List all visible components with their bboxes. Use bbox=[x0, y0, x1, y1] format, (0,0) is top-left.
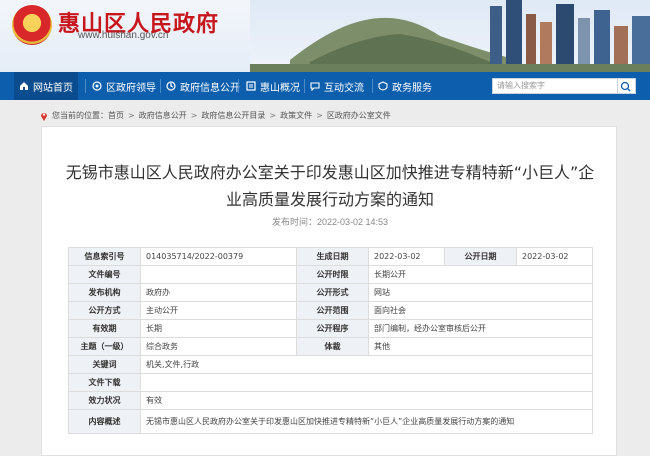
nav-divider bbox=[85, 79, 86, 93]
doc-no-value bbox=[140, 265, 297, 284]
search-input[interactable]: 请输入搜索字 bbox=[492, 78, 618, 94]
table-row: 主题（一级） 综合政务 体裁 其他 bbox=[68, 337, 593, 356]
emblem-star-icon: ★ bbox=[27, 13, 36, 24]
index-label: 信息索引号 bbox=[68, 247, 141, 266]
pub-form-label: 公开形式 bbox=[296, 283, 369, 302]
doc-no-label: 文件编号 bbox=[68, 265, 141, 284]
issuer-label: 发布机构 bbox=[68, 283, 141, 302]
nav-divider bbox=[160, 79, 161, 93]
nav-label: 惠山概况 bbox=[260, 82, 300, 94]
nav-label: 政务服务 bbox=[392, 82, 432, 94]
breadcrumb-separator: > bbox=[316, 111, 323, 120]
summary-value: 无锡市惠山区人民政府办公室关于印发惠山区加快推进专精特新“小巨人”企业高质量发展… bbox=[140, 409, 593, 434]
gen-date-label: 生成日期 bbox=[296, 247, 369, 266]
nav-label: 区政府领导 bbox=[106, 82, 156, 94]
summary-label: 内容概述 bbox=[68, 409, 141, 434]
location-pin-icon bbox=[41, 112, 47, 121]
pub-scope-label: 公开范围 bbox=[296, 301, 369, 320]
nav-item-home[interactable]: 网站首页 bbox=[14, 72, 78, 100]
pub-form-value: 网站 bbox=[368, 283, 593, 302]
nav-label: 政府信息公开 bbox=[180, 82, 240, 94]
status-label: 效力状况 bbox=[68, 391, 141, 410]
pub-method-value: 主动公开 bbox=[140, 301, 297, 320]
nav-item-interaction[interactable]: 互动交流 bbox=[310, 72, 364, 100]
pub-method-label: 公开方式 bbox=[68, 301, 141, 320]
pub-period-value: 长期公开 bbox=[368, 265, 593, 284]
home-icon bbox=[20, 82, 28, 90]
nav-divider bbox=[304, 79, 305, 93]
table-row: 发布机构 政府办 公开形式 网站 bbox=[68, 283, 593, 302]
table-row: 公开方式 主动公开 公开范围 面向社会 bbox=[68, 301, 593, 320]
breadcrumb-link-info[interactable]: 政府信息公开 bbox=[139, 110, 187, 121]
breadcrumb-separator: > bbox=[269, 111, 277, 120]
table-row: 关键词 机关,文件,行政 bbox=[68, 355, 593, 374]
nav-item-services[interactable]: 政务服务 bbox=[378, 72, 432, 100]
nav-divider bbox=[372, 79, 373, 93]
table-row: 文件编号 公开时限 长期公开 bbox=[68, 265, 593, 284]
pub-scope-value: 面向社会 bbox=[368, 301, 593, 320]
publish-time-label: 发布时间： bbox=[271, 217, 317, 227]
breadcrumb-link-catalog[interactable]: 政府信息公开目录 bbox=[201, 110, 265, 121]
table-row: 有效期 长期 公开程序 部门编制，经办公室审核后公开 bbox=[68, 319, 593, 338]
gen-date-value: 2022-03-02 bbox=[368, 247, 445, 266]
document-card: 无锡市惠山区人民政府办公室关于印发惠山区加快推进专精特新“小巨人”企业高质量发展… bbox=[41, 126, 617, 456]
breadcrumb-link-home[interactable]: 首页 bbox=[108, 110, 124, 121]
breadcrumb-link-office-docs[interactable]: 区政府办公室文件 bbox=[327, 110, 391, 121]
national-emblem-icon bbox=[12, 5, 52, 45]
pub-proc-value: 部门编制，经办公室审核后公开 bbox=[368, 319, 593, 338]
validity-label: 有效期 bbox=[68, 319, 141, 338]
nav-label: 网站首页 bbox=[33, 82, 73, 94]
overview-icon bbox=[246, 81, 256, 91]
download-value[interactable] bbox=[140, 373, 593, 392]
table-row: 内容概述 无锡市惠山区人民政府办公室关于印发惠山区加快推进专精特新“小巨人”企业… bbox=[68, 409, 593, 434]
document-info-table: 信息索引号 014035714/2022-00379 生成日期 2022-03-… bbox=[68, 247, 593, 434]
nav-item-overview[interactable]: 惠山概况 bbox=[246, 72, 300, 100]
index-value: 014035714/2022-00379 bbox=[140, 247, 297, 266]
breadcrumb: 您当前的位置： 首页 > 政府信息公开 > 政府信息公开目录 > 政策文件 > … bbox=[40, 110, 391, 121]
breadcrumb-link-policy[interactable]: 政策文件 bbox=[280, 110, 312, 121]
nav-item-leaders[interactable]: 区政府领导 bbox=[92, 72, 156, 100]
keywords-label: 关键词 bbox=[68, 355, 141, 374]
leader-icon bbox=[92, 81, 102, 91]
pub-proc-label: 公开程序 bbox=[296, 319, 369, 338]
search-icon bbox=[620, 81, 631, 92]
nav-divider bbox=[238, 79, 239, 93]
genre-label: 体裁 bbox=[296, 337, 369, 356]
breadcrumb-separator: > bbox=[128, 111, 135, 120]
download-label: 文件下载 bbox=[68, 373, 141, 392]
breadcrumb-separator: > bbox=[190, 111, 198, 120]
info-icon bbox=[166, 81, 176, 91]
topic-value: 综合政务 bbox=[140, 337, 297, 356]
header-scenery-image bbox=[250, 0, 650, 72]
genre-value: 其他 bbox=[368, 337, 593, 356]
status-value: 有效 bbox=[140, 391, 593, 410]
document-title: 无锡市惠山区人民政府办公室关于印发惠山区加快推进专精特新“小巨人”企业高质量发展… bbox=[65, 163, 595, 209]
search-button[interactable] bbox=[618, 78, 636, 94]
publish-time-value: 2022-03-02 14:53 bbox=[316, 217, 389, 227]
pub-date-value: 2022-03-02 bbox=[516, 247, 593, 266]
publish-time: 发布时间：2022-03-02 14:53 bbox=[42, 215, 618, 228]
pub-date-label: 公开日期 bbox=[444, 247, 517, 266]
table-row: 文件下载 bbox=[68, 373, 593, 392]
keywords-value: 机关,文件,行政 bbox=[140, 355, 593, 374]
pub-period-label: 公开时限 bbox=[296, 265, 369, 284]
breadcrumb-prefix: 您当前的位置： bbox=[52, 111, 108, 120]
service-icon bbox=[378, 81, 388, 91]
topic-label: 主题（一级） bbox=[68, 337, 141, 356]
nav-item-info-disclosure[interactable]: 政府信息公开 bbox=[166, 72, 240, 100]
table-row: 效力状况 有效 bbox=[68, 391, 593, 410]
issuer-value: 政府办 bbox=[140, 283, 297, 302]
site-url: www.huishan.gov.cn bbox=[78, 30, 169, 41]
nav-label: 互动交流 bbox=[324, 82, 364, 94]
interaction-icon bbox=[310, 82, 320, 91]
table-row: 信息索引号 014035714/2022-00379 生成日期 2022-03-… bbox=[68, 247, 593, 266]
validity-value: 长期 bbox=[140, 319, 297, 338]
site-header: ★ 惠山区人民政府 www.huishan.gov.cn bbox=[0, 0, 650, 72]
